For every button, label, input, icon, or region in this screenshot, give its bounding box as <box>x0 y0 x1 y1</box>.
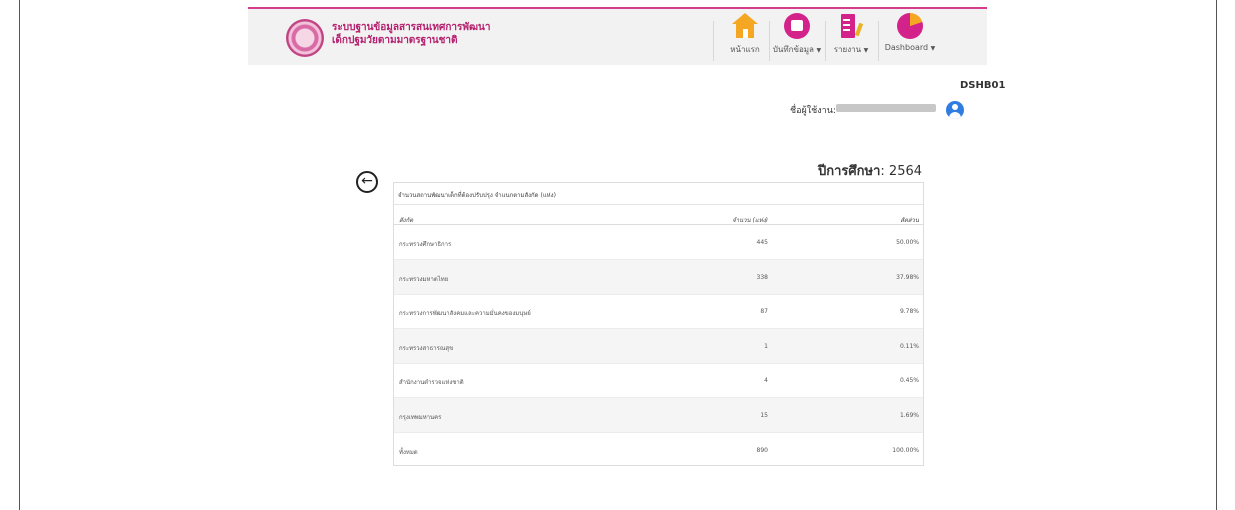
total-count: 890 <box>756 447 768 454</box>
total-percent: 100.00% <box>892 447 919 454</box>
nav-separator <box>769 21 770 61</box>
table-row: กระทรวงมหาดไทย 338 37.98% <box>394 260 923 295</box>
row-count: 4 <box>764 377 768 384</box>
row-percent: 50.00% <box>896 239 919 246</box>
app-title[interactable]: ระบบฐานข้อมูลสารสนเทศการพัฒนา เด็กปฐมวัย… <box>332 21 490 47</box>
row-count: 445 <box>756 239 768 246</box>
row-name: กระทรวงศึกษาธิการ <box>399 241 452 248</box>
row-percent: 0.11% <box>899 343 919 350</box>
row-name: กรุงเทพมหานคร <box>399 414 442 421</box>
nav-record-label: บันทึกข้อมูล ▼ <box>772 45 822 54</box>
row-name: สำนักงานตำรวจแห่งชาติ <box>399 379 464 386</box>
table-row: กระทรวงการพัฒนาสังคมและความมั่นคงของมนุษ… <box>394 294 923 329</box>
page-code: DSHB01 <box>960 80 1006 91</box>
year-label: ปีการศึกษา <box>818 164 881 179</box>
row-percent: 1.69% <box>899 412 919 419</box>
divider <box>394 204 923 205</box>
nav-home[interactable]: หน้าแรก <box>722 13 768 56</box>
user-label: ชื่อผู้ใช้งาน: <box>790 106 836 116</box>
row-percent: 37.98% <box>896 274 919 281</box>
row-name: กระทรวงมหาดไทย <box>399 276 449 283</box>
nav-dashboard-label: Dashboard ▼ <box>884 43 936 52</box>
row-name: กระทรวงการพัฒนาสังคมและความมั่นคงของมนุษ… <box>399 310 531 317</box>
top-navbar: ระบบฐานข้อมูลสารสนเทศการพัฒนา เด็กปฐมวัย… <box>248 7 987 65</box>
nav-separator <box>878 21 879 61</box>
table-row: กระทรวงสาธารณสุข 1 0.11% <box>394 329 923 364</box>
back-arrow-icon[interactable]: ← <box>356 171 378 193</box>
table-row: สำนักงานตำรวจแห่งชาติ 4 0.45% <box>394 363 923 398</box>
year-value: : 2564 <box>880 164 923 179</box>
table-header-row: สังกัด จำนวน (แห่ง) สัดส่วน <box>394 212 923 225</box>
nav-dashboard[interactable]: Dashboard ▼ <box>880 13 940 52</box>
header-count: จำนวน (แห่ง) <box>732 217 768 224</box>
table-row: กระทรวงศึกษาธิการ 445 50.00% <box>394 225 923 260</box>
total-label: ทั้งหมด <box>399 449 418 456</box>
row-percent: 9.78% <box>899 308 919 315</box>
app-title-line2: เด็กปฐมวัยตามมาตรฐานชาติ <box>332 35 458 46</box>
row-percent: 0.45% <box>899 377 919 384</box>
save-icon <box>784 13 810 39</box>
report-book-icon <box>838 13 864 39</box>
table-title: จำนวนสถานพัฒนาเด็กที่ต้องปรับปรุง จำแนกต… <box>398 192 556 199</box>
user-avatar-icon[interactable] <box>946 101 964 119</box>
home-icon <box>732 13 758 39</box>
row-count: 15 <box>760 412 768 419</box>
nav-record[interactable]: บันทึกข้อมูล ▼ <box>772 13 822 56</box>
pie-chart-icon <box>897 13 923 39</box>
summary-table-card: จำนวนสถานพัฒนาเด็กที่ต้องปรับปรุง จำแนกต… <box>393 182 924 466</box>
username-redacted <box>836 104 936 112</box>
nav-separator <box>713 21 714 61</box>
header-ratio: สัดส่วน <box>900 217 919 224</box>
nav-report[interactable]: รายงาน ▼ <box>826 13 876 56</box>
nav-report-label: รายงาน ▼ <box>833 45 869 54</box>
table-total-row: ทั้งหมด 890 100.00% <box>394 433 923 467</box>
header-affiliation: สังกัด <box>399 217 414 224</box>
frame-right-border <box>1216 0 1217 510</box>
row-count: 87 <box>760 308 768 315</box>
nav-home-label: หน้าแรก <box>730 45 760 54</box>
academic-year: ปีการศึกษา: 2564 <box>818 160 922 181</box>
table-row: กรุงเทพมหานคร 15 1.69% <box>394 398 923 433</box>
row-count: 338 <box>756 274 768 281</box>
app-title-line1: ระบบฐานข้อมูลสารสนเทศการพัฒนา <box>332 22 491 33</box>
frame-left-border <box>19 0 20 510</box>
logo-seal-icon <box>286 19 324 57</box>
row-count: 1 <box>764 343 768 350</box>
row-name: กระทรวงสาธารณสุข <box>399 345 454 352</box>
